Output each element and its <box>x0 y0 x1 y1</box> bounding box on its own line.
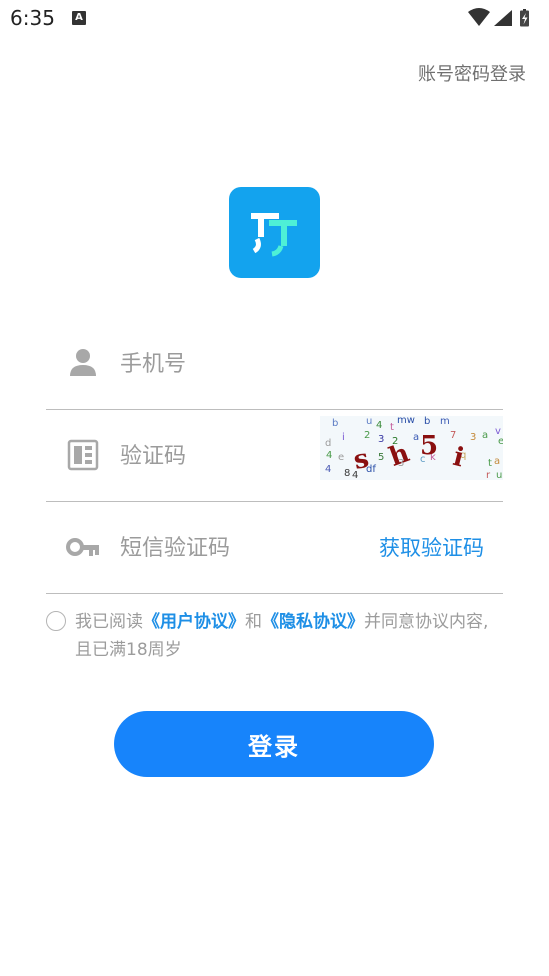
svg-text:t: t <box>488 458 492 469</box>
svg-text:7: 7 <box>450 430 456 441</box>
svg-text:5: 5 <box>420 431 438 461</box>
svg-text:mw: mw <box>397 416 415 426</box>
login-button[interactable]: 登录 <box>114 711 434 777</box>
login-screen: 6:35 A 账号密码登录 手机号 验证码 b u 4 t mw b m i 2… <box>0 0 549 976</box>
svg-text:3: 3 <box>378 434 384 445</box>
svg-text:t: t <box>390 422 394 433</box>
svg-text:u: u <box>366 416 372 427</box>
user-icon <box>70 349 96 376</box>
app-logo <box>229 187 320 278</box>
phone-input[interactable] <box>120 344 350 384</box>
svg-text:5: 5 <box>378 452 384 463</box>
battery-charging-icon <box>520 9 529 27</box>
svg-text:b: b <box>424 416 430 427</box>
sms-code-input[interactable] <box>120 528 350 568</box>
svg-text:e: e <box>338 452 344 463</box>
svg-text:m: m <box>440 416 450 427</box>
agreement-prefix: 我已阅读 <box>75 612 143 632</box>
svg-text:a: a <box>482 430 488 441</box>
svg-text:4: 4 <box>325 464 331 475</box>
captcha-input[interactable] <box>120 436 350 476</box>
account-password-login-link[interactable]: 账号密码登录 <box>418 60 526 86</box>
svg-text:u: u <box>496 470 502 480</box>
key-icon <box>66 538 99 556</box>
svg-text:i: i <box>342 432 345 443</box>
status-time: 6:35 <box>10 6 55 30</box>
status-icons <box>468 8 529 27</box>
privacy-agreement-link[interactable]: 《隐私协议》 <box>262 612 364 632</box>
signal-icon <box>494 10 512 26</box>
svg-text:8: 8 <box>344 468 350 479</box>
svg-text:d: d <box>325 438 331 449</box>
app-logo-icon <box>251 213 297 257</box>
agreement-and: 和 <box>245 612 262 632</box>
captcha-row: b u 4 t mw b m i 2 3 2 a 7 3 a v e d 4 e <box>46 412 503 502</box>
notification-badge-icon: A <box>72 11 86 25</box>
svg-text:a: a <box>494 456 500 467</box>
svg-text:e: e <box>498 436 503 447</box>
captcha-image[interactable]: b u 4 t mw b m i 2 3 2 a 7 3 a v e d 4 e <box>320 416 503 480</box>
user-agreement-link[interactable]: 《用户协议》 <box>143 612 245 632</box>
svg-text:3: 3 <box>470 432 476 443</box>
wifi-icon <box>468 8 490 26</box>
svg-text:4: 4 <box>326 450 332 461</box>
agreement-checkbox[interactable] <box>46 611 66 631</box>
agreement-text: 我已阅读《用户协议》和《隐私协议》并同意协议内容,且已满18周岁 <box>75 608 505 664</box>
svg-text:4: 4 <box>376 420 382 431</box>
captcha-icon <box>67 439 99 471</box>
sms-code-row: 获取验证码 <box>46 504 503 594</box>
status-bar: 6:35 A <box>0 0 549 40</box>
phone-row <box>46 320 503 410</box>
svg-text:a: a <box>413 432 419 443</box>
get-code-button[interactable]: 获取验证码 <box>379 532 484 562</box>
svg-text:b: b <box>332 418 338 429</box>
svg-text:2: 2 <box>364 430 370 441</box>
